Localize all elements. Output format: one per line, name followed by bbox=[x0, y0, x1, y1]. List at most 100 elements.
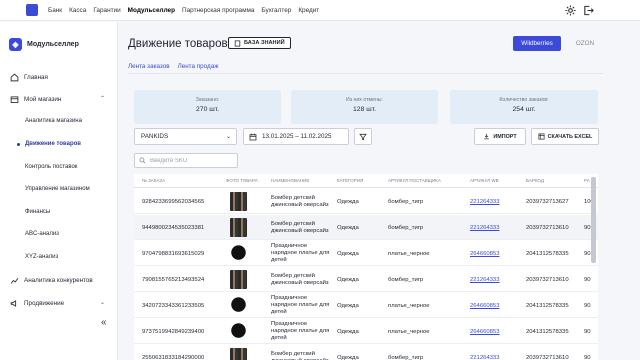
knowledge-base-button[interactable]: БАЗА ЗНАНИЙ bbox=[228, 37, 291, 49]
sidebar-subitem-goods-movement[interactable]: Движение товаров bbox=[25, 141, 81, 147]
wb-sku-link[interactable]: 221264333 bbox=[470, 345, 500, 360]
stat-value: 254 шт. bbox=[512, 106, 536, 113]
tabs-divider bbox=[128, 73, 603, 74]
page-title: Движение товаров bbox=[128, 38, 228, 50]
sidebar-subitem-xyz[interactable]: XYZ-анализ bbox=[25, 254, 58, 260]
book-icon bbox=[234, 39, 241, 47]
wb-sku-link[interactable]: 221264333 bbox=[470, 267, 500, 292]
column-header[interactable]: Наименование bbox=[271, 178, 309, 183]
wb-sku-link[interactable]: 221264333 bbox=[470, 189, 500, 214]
brand-select[interactable]: PANKIDS ⌄ bbox=[134, 128, 237, 145]
sidebar-item-my-store[interactable]: Мой магазин bbox=[10, 95, 61, 104]
column-header[interactable]: Ра bbox=[584, 178, 590, 183]
main-content: Движение товаров БАЗА ЗНАНИЙ Wildberries… bbox=[119, 22, 640, 360]
sidebar-subitem-abc[interactable]: ABC-анализ bbox=[25, 231, 59, 237]
barcode-cell: 2039732713610 bbox=[526, 224, 569, 231]
sidebar-subitem-store-analytics[interactable]: Аналитика магазина bbox=[25, 118, 82, 124]
excel-icon bbox=[538, 133, 545, 140]
product-photo[interactable] bbox=[230, 296, 247, 315]
sidebar-item-label: Аналитика конкурентов bbox=[24, 277, 93, 284]
stat-label: Количество заказов: bbox=[499, 97, 549, 103]
product-name-cell: Праздничное нарядное платье для детей bbox=[271, 321, 330, 341]
marketplace-wildberries[interactable]: Wildberries bbox=[513, 36, 561, 51]
supplier-sku-cell: платье_черное bbox=[388, 302, 430, 309]
settings-icon[interactable] bbox=[564, 4, 576, 16]
table-row[interactable]: 9284233699562034565 Бомбер детский джинсо… bbox=[134, 189, 598, 214]
supplier-sku-cell: платье_черное bbox=[388, 250, 430, 257]
product-photo[interactable] bbox=[230, 270, 247, 289]
sidebar-subitem-finance[interactable]: Финансы bbox=[25, 209, 50, 215]
sidebar-item-competitors[interactable]: Аналитика конкурентов bbox=[10, 276, 93, 285]
sku-search-input[interactable] bbox=[150, 157, 230, 164]
brand-logo-icon: ◈ bbox=[9, 38, 22, 51]
sidebar-item-home[interactable]: Главная bbox=[10, 73, 48, 82]
topnav-item-guarantees[interactable]: Гарантии bbox=[93, 7, 120, 14]
topnav-item-cashbox[interactable]: Касса bbox=[69, 7, 86, 14]
wb-sku-link[interactable]: 264660853 bbox=[470, 319, 500, 344]
excel-download-button[interactable]: СКАЧАТЬ EXCEL bbox=[531, 128, 599, 145]
barcode-cell: 2039732713627 bbox=[526, 198, 569, 205]
product-photo[interactable] bbox=[230, 322, 247, 341]
chevron-down-icon[interactable]: ⌄ bbox=[100, 299, 105, 306]
topnav-item-partner[interactable]: Партнерская программа bbox=[182, 7, 254, 14]
sidebar-subitem-supply-control[interactable]: Контроль поставок bbox=[25, 164, 77, 170]
sidebar-item-promotion[interactable]: Продвижение bbox=[10, 299, 64, 308]
extra-cell: 90 bbox=[584, 224, 591, 231]
stat-label: Заказано: bbox=[195, 97, 220, 103]
barcode-cell: 2039732713610 bbox=[526, 276, 569, 283]
home-icon bbox=[10, 73, 19, 82]
table-row[interactable]: 7908155765213493524 Бомбер детский джинсо… bbox=[134, 267, 598, 292]
date-range-picker[interactable]: 13.01.2025 – 11.02.2025 bbox=[243, 128, 349, 145]
category-cell: Одежда bbox=[337, 198, 359, 205]
wb-sku-link[interactable]: 264660853 bbox=[470, 241, 500, 266]
product-photo[interactable] bbox=[230, 218, 247, 237]
knowledge-base-label: БАЗА ЗНАНИЙ bbox=[244, 40, 285, 46]
filter-button[interactable] bbox=[354, 128, 372, 145]
top-nav: Банк Касса Гарантии Модульселлер Партнер… bbox=[48, 0, 319, 21]
product-photo[interactable] bbox=[230, 244, 247, 263]
extra-cell: 90 bbox=[584, 250, 591, 257]
import-button[interactable]: ИМПОРТ bbox=[474, 128, 526, 145]
sidebar-item-label: Продвижение bbox=[24, 300, 65, 307]
table-row[interactable]: 3420723343361233505 Праздничное нарядное … bbox=[134, 293, 598, 318]
table-row[interactable]: 9449800234535023381 Бомбер детский джинсо… bbox=[134, 215, 598, 240]
logout-icon[interactable] bbox=[582, 4, 594, 16]
supplier-sku-cell: платье_черное bbox=[388, 328, 430, 335]
topnav-item-credit[interactable]: Кредит bbox=[298, 7, 319, 14]
extra-cell: 90 bbox=[584, 354, 591, 360]
sidebar: ◈ Модульселлер Главная Мой магазин ⌃ Ана… bbox=[0, 22, 118, 360]
order-number-cell: 3420723343361233505 bbox=[142, 302, 205, 309]
topnav-item-bank[interactable]: Банк bbox=[48, 7, 62, 14]
product-photo[interactable] bbox=[230, 348, 247, 360]
column-header[interactable]: Категория bbox=[337, 178, 363, 183]
collapse-sidebar-icon[interactable]: « bbox=[101, 317, 107, 328]
chevron-up-icon[interactable]: ⌃ bbox=[100, 95, 105, 102]
marketplace-ozon[interactable]: OZON bbox=[564, 36, 606, 51]
wb-sku-link[interactable]: 264660853 bbox=[470, 293, 500, 318]
topnav-item-accountant[interactable]: Бухгалтер bbox=[261, 7, 291, 14]
topnav-item-moduleseller[interactable]: Модульселлер bbox=[128, 7, 175, 14]
order-number-cell: 9449800234535023381 bbox=[142, 224, 205, 231]
extra-cell: 90 bbox=[584, 302, 591, 309]
sidebar-subitem-store-management[interactable]: Управление магазином bbox=[25, 186, 90, 192]
product-name-cell: Праздничное нарядное платье для детей bbox=[271, 295, 330, 315]
column-header[interactable]: Баркод bbox=[526, 178, 544, 183]
column-header[interactable]: Артикул поставщика bbox=[388, 178, 441, 183]
wb-sku-link[interactable]: 221264333 bbox=[470, 215, 500, 240]
download-icon bbox=[484, 133, 490, 140]
table-scrollbar[interactable] bbox=[591, 177, 596, 263]
table-row[interactable]: 9737519942849239400 Праздничное нарядное … bbox=[134, 319, 598, 344]
filter-icon bbox=[359, 133, 367, 140]
column-header[interactable]: Артикул WB bbox=[470, 178, 499, 183]
megaphone-icon bbox=[10, 300, 17, 307]
table-row[interactable]: 2550631833184290000 Бомбер детский джинсо… bbox=[134, 345, 598, 360]
barcode-cell: 2041312578335 bbox=[526, 250, 569, 257]
sidebar-item-label: Главная bbox=[24, 74, 48, 81]
brand[interactable]: ◈ Модульселлер bbox=[9, 38, 79, 51]
product-photo[interactable] bbox=[230, 192, 247, 211]
column-header[interactable]: № заказа bbox=[142, 178, 165, 183]
product-name-cell: Праздничное нарядное платье для детей bbox=[271, 243, 330, 263]
brand-select-value: PANKIDS bbox=[141, 133, 169, 140]
app-logo[interactable] bbox=[26, 4, 38, 16]
table-row[interactable]: 9704798831693615029 Праздничное нарядное … bbox=[134, 241, 598, 266]
